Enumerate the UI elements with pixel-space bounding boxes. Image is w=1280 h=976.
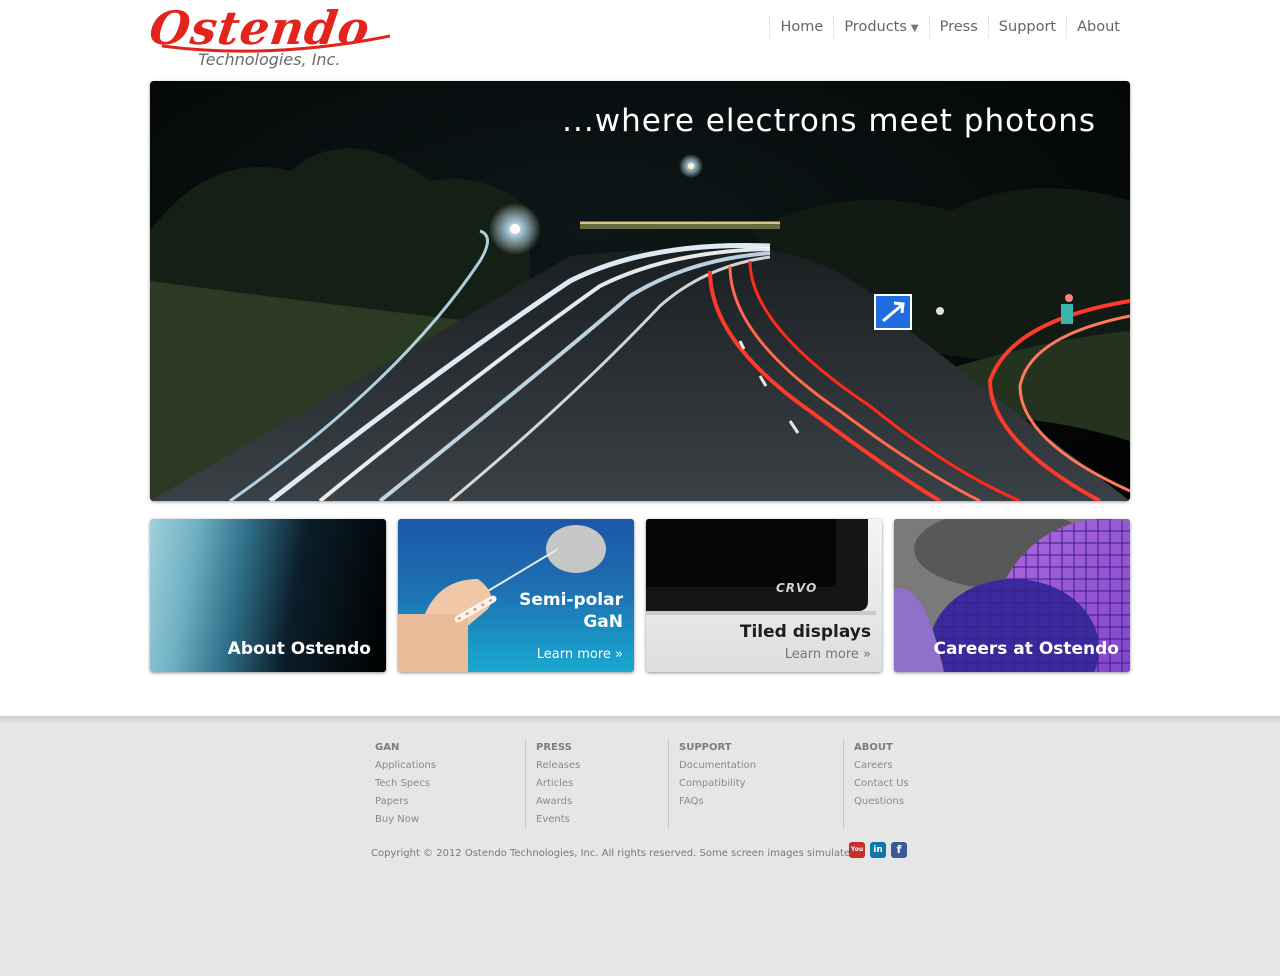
footer-link[interactable]: Papers bbox=[375, 793, 515, 811]
facebook-icon[interactable]: f bbox=[891, 842, 907, 858]
tile-gan-title-line1: Semi-polar bbox=[519, 590, 623, 610]
copyright-text: Copyright © 2012 Ostendo Technologies, I… bbox=[371, 848, 860, 859]
hero-tagline: ...where electrons meet photons bbox=[562, 103, 1096, 139]
footer-col-about: ABOUT Careers Contact Us Questions bbox=[843, 739, 963, 829]
footer-link[interactable]: FAQs bbox=[679, 793, 833, 811]
main-nav: Home Products ▼ Press Support About bbox=[769, 16, 1130, 38]
nav-about[interactable]: About bbox=[1066, 16, 1130, 38]
tile-display-brand: CRVO bbox=[776, 581, 818, 595]
footer-link[interactable]: Careers bbox=[854, 757, 953, 775]
nav-products-label: Products bbox=[844, 19, 907, 35]
logo-subtitle: Technologies, Inc. bbox=[198, 50, 341, 69]
tile-about-ostendo-title: About Ostendo bbox=[227, 639, 371, 659]
tile-about-ostendo[interactable]: About Ostendo bbox=[150, 519, 386, 672]
ostendo-logo[interactable]: Ostendo Technologies, Inc. bbox=[146, 1, 395, 72]
social-links: You in f bbox=[849, 842, 907, 858]
footer-links: GAN Applications Tech Specs Papers Buy N… bbox=[365, 739, 963, 829]
highway-light-trails-image bbox=[150, 81, 1130, 501]
footer-link[interactable]: Buy Now bbox=[375, 811, 515, 829]
youtube-icon[interactable]: You bbox=[849, 842, 865, 858]
footer-heading-press[interactable]: PRESS bbox=[536, 739, 658, 757]
page-header-area: Ostendo Technologies, Inc. Home Products… bbox=[0, 0, 1280, 724]
footer-link[interactable]: Awards bbox=[536, 793, 658, 811]
tile-gan-learn-more-link[interactable]: Learn more » bbox=[537, 647, 623, 662]
tile-careers-title: Careers at Ostendo bbox=[933, 639, 1119, 659]
hero-banner: ...where electrons meet photons bbox=[150, 81, 1130, 501]
tile-tiled-learn-more-link[interactable]: Learn more » bbox=[785, 647, 871, 662]
tile-careers[interactable]: Careers at Ostendo bbox=[894, 519, 1130, 672]
footer-heading-gan[interactable]: GAN bbox=[375, 739, 515, 757]
footer-col-press: PRESS Releases Articles Awards Events bbox=[525, 739, 668, 829]
nav-support-label: Support bbox=[998, 19, 1057, 35]
footer-link[interactable]: Events bbox=[536, 811, 658, 829]
footer-link[interactable]: Questions bbox=[854, 793, 953, 811]
nav-press[interactable]: Press bbox=[928, 16, 988, 38]
footer-link[interactable]: Articles bbox=[536, 775, 658, 793]
nav-press-label: Press bbox=[939, 19, 978, 35]
footer-link[interactable]: Applications bbox=[375, 757, 515, 775]
footer-col-support: SUPPORT Documentation Compatibility FAQs bbox=[668, 739, 843, 829]
tile-gan-title-line2: GaN bbox=[583, 612, 623, 632]
footer-heading-about[interactable]: ABOUT bbox=[854, 739, 953, 757]
footer-link[interactable]: Releases bbox=[536, 757, 658, 775]
nav-about-label: About bbox=[1077, 19, 1120, 35]
footer-link[interactable]: Contact Us bbox=[854, 775, 953, 793]
linkedin-icon[interactable]: in bbox=[870, 842, 886, 858]
footer-link[interactable]: Documentation bbox=[679, 757, 833, 775]
tile-tiled-displays-title: Tiled displays bbox=[739, 622, 871, 642]
tile-tiled-displays[interactable]: CRVO Tiled displays Learn more » bbox=[646, 519, 882, 672]
nav-products[interactable]: Products ▼ bbox=[833, 16, 928, 38]
footer-heading-support[interactable]: SUPPORT bbox=[679, 739, 833, 757]
tile-semipolar-gan[interactable]: Semi-polar GaN Learn more » bbox=[398, 519, 634, 672]
chevron-down-icon: ▼ bbox=[910, 23, 919, 34]
footer-link[interactable]: Compatibility bbox=[679, 775, 833, 793]
nav-home[interactable]: Home bbox=[769, 16, 833, 38]
nav-home-label: Home bbox=[780, 19, 824, 35]
nav-support[interactable]: Support bbox=[987, 16, 1066, 38]
logo-wordmark: Ostendo bbox=[146, 1, 374, 55]
footer-col-gan: GAN Applications Tech Specs Papers Buy N… bbox=[365, 739, 525, 829]
footer-link[interactable]: Tech Specs bbox=[375, 775, 515, 793]
